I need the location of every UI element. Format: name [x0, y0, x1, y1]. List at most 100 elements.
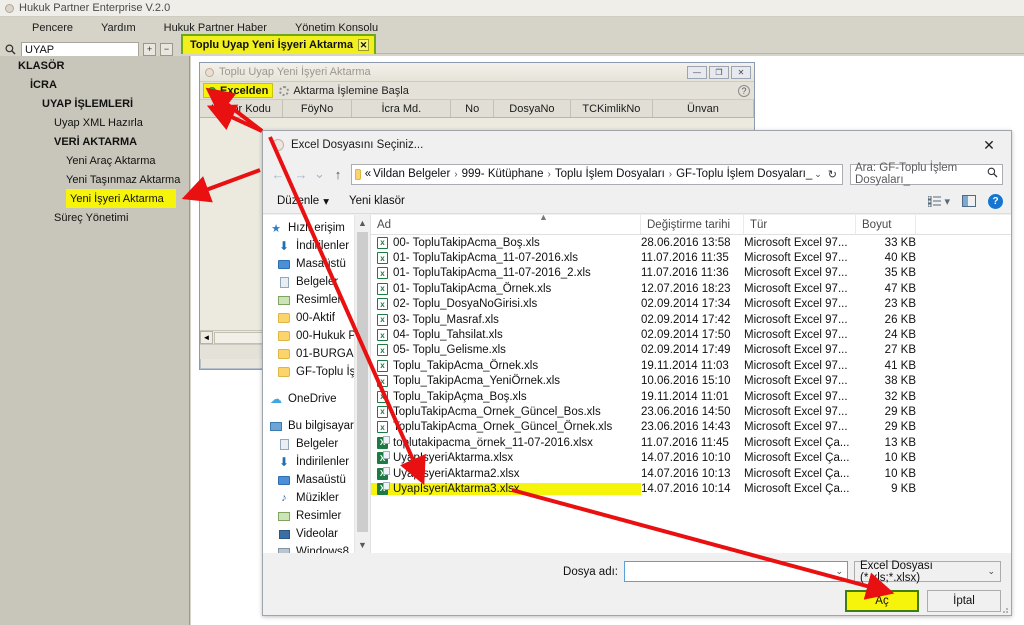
- file-name-cell[interactable]: 01- TopluTakipAcma_Örnek.xls: [371, 282, 641, 295]
- file-row[interactable]: TopluTakipAcma_Ornek_Güncel_Bos.xls 23.06…: [371, 404, 1011, 419]
- breadcrumb[interactable]: « Vildan Belgeler › 999- Kütüphane › Top…: [351, 163, 843, 185]
- grid-column-3[interactable]: No: [451, 100, 494, 117]
- file-row[interactable]: 01- TopluTakipAcma_11-07-2016.xls 11.07.2…: [371, 250, 1011, 265]
- sidebar-item-3[interactable]: Uyap XML Hazırla: [0, 113, 189, 132]
- collapse-all-button[interactable]: −: [160, 42, 173, 56]
- tab-toplu-uyap-yeni-isyeri-aktarma[interactable]: Toplu Uyap Yeni İşyeri Aktarma ✕: [181, 34, 377, 54]
- file-name-cell[interactable]: UyapIsyeriAktarma2.xlsx: [371, 466, 641, 480]
- up-one-level-icon[interactable]: ↑: [328, 163, 348, 185]
- grid-column-4[interactable]: DosyaNo: [494, 100, 571, 117]
- file-name-cell[interactable]: Toplu_TakipAcma_Örnek.xls: [371, 359, 641, 372]
- scroll-thumb[interactable]: [357, 232, 368, 532]
- restore-button[interactable]: ❐: [709, 65, 729, 79]
- file-name-cell[interactable]: 01- TopluTakipAcma_11-07-2016.xls: [371, 252, 641, 265]
- recent-locations-icon[interactable]: ⌄: [314, 163, 325, 185]
- file-name-cell[interactable]: 00- TopluTakipAcma_Boş.xls: [371, 236, 641, 249]
- sidebar-item-8[interactable]: Süreç Yönetimi: [0, 208, 189, 227]
- scroll-up-icon[interactable]: ▲: [355, 215, 370, 231]
- folder-icon: [277, 365, 291, 379]
- breadcrumb-1[interactable]: Vildan Belgeler: [373, 168, 450, 180]
- file-row[interactable]: 05- Toplu_Gelisme.xls 02.09.2014 17:49 Mic…: [371, 343, 1011, 358]
- file-name-cell[interactable]: UyapIsyeriAktarma3.xlsx: [371, 481, 641, 495]
- filetype-select[interactable]: Excel Dosyası (*.xls;*.xlsx) ⌄: [854, 560, 1001, 584]
- breadcrumb-0[interactable]: «: [365, 168, 371, 180]
- grid-column-6[interactable]: Ünvan: [653, 100, 754, 117]
- menu-item-pencere[interactable]: Pencere: [18, 20, 87, 36]
- tab-close-icon[interactable]: ✕: [358, 39, 370, 51]
- file-row[interactable]: 01- TopluTakipAcma_Örnek.xls 12.07.2016 1…: [371, 281, 1011, 296]
- file-row[interactable]: Toplu_TakipAcma_YeniÖrnek.xls 10.06.2016 …: [371, 374, 1011, 389]
- navpane-scrollbar[interactable]: ▲ ▼: [354, 215, 370, 553]
- grid-column-0[interactable]: Klasor Kodu: [200, 100, 283, 117]
- sidebar-item-4[interactable]: VERİ AKTARMA: [0, 132, 189, 151]
- refresh-icon[interactable]: ↻: [828, 168, 837, 181]
- filename-input[interactable]: ⌄: [624, 561, 848, 582]
- file-name-cell[interactable]: UyapIsyeriAktarma.xlsx: [371, 451, 641, 465]
- file-row[interactable]: toplutakipacma_örnek_11-07-2016.xlsx 11.0…: [371, 435, 1011, 450]
- sidebar-item-7[interactable]: Yeni İşyeri Aktarma: [66, 189, 176, 208]
- excelden-button[interactable]: Excelden: [203, 83, 274, 98]
- file-name-cell[interactable]: 04- Toplu_Tahsilat.xls: [371, 329, 641, 342]
- scroll-left-icon[interactable]: ◄: [200, 331, 213, 344]
- minimize-button[interactable]: —: [687, 65, 707, 79]
- file-name-cell[interactable]: toplutakipacma_örnek_11-07-2016.xlsx: [371, 435, 641, 449]
- aktarma-islemine-basla-button[interactable]: Aktarma İşlemine Başla: [279, 85, 409, 97]
- file-name-cell[interactable]: Toplu_TakipAcma_YeniÖrnek.xls: [371, 375, 641, 388]
- file-row[interactable]: 04- Toplu_Tahsilat.xls 02.09.2014 17:50 Mi…: [371, 327, 1011, 342]
- expand-all-button[interactable]: +: [143, 42, 156, 56]
- column-header-tarih[interactable]: Değiştirme tarihi: [641, 215, 744, 234]
- sidebar-item-2[interactable]: UYAP İŞLEMLERİ: [0, 94, 189, 113]
- menu-item-yardim[interactable]: Yardım: [87, 20, 150, 36]
- sidebar-item-0[interactable]: KLASÖR: [0, 56, 189, 75]
- file-row[interactable]: 00- TopluTakipAcma_Boş.xls 28.06.2016 13:…: [371, 235, 1011, 250]
- open-button[interactable]: Aç: [845, 590, 919, 612]
- file-row[interactable]: UyapIsyeriAktarma.xlsx 14.07.2016 10:10 Mi…: [371, 450, 1011, 465]
- sidebar-item-5[interactable]: Yeni Araç Aktarma: [0, 151, 189, 170]
- grid-column-2[interactable]: İcra Md.: [352, 100, 452, 117]
- file-row[interactable]: UyapIsyeriAktarma2.xlsx 14.07.2016 10:13 M…: [371, 466, 1011, 481]
- sidebar-item-6[interactable]: Yeni Taşınmaz Aktarma: [0, 170, 189, 189]
- breadcrumb-2[interactable]: 999- Kütüphane: [462, 168, 544, 180]
- music-icon: ♪: [281, 492, 287, 504]
- organize-button[interactable]: Düzenle ▾: [277, 194, 329, 208]
- file-name-cell[interactable]: 02- Toplu_DosyaNoGirisi.xls: [371, 298, 641, 311]
- breadcrumb-4[interactable]: GF-Toplu İşlem Dosyaları_: [676, 168, 812, 180]
- cancel-button[interactable]: İptal: [927, 590, 1001, 612]
- file-name-cell[interactable]: TopluTakipAcma_Ornek_Güncel_Bos.xls: [371, 405, 641, 418]
- close-button[interactable]: ✕: [731, 65, 751, 79]
- column-header-boyut[interactable]: Boyut: [856, 215, 916, 234]
- change-view-button[interactable]: ▾: [928, 195, 950, 208]
- help-icon[interactable]: ?: [738, 84, 750, 97]
- help-icon[interactable]: ?: [988, 193, 1003, 209]
- resize-grip-icon[interactable]: [999, 604, 1009, 614]
- tree-search-input[interactable]: UYAP: [21, 41, 139, 57]
- chevron-down-icon[interactable]: ⌄: [814, 169, 822, 180]
- file-row[interactable]: Toplu_TakipAcma_Örnek.xls 19.11.2014 11:0…: [371, 358, 1011, 373]
- file-row[interactable]: 01- TopluTakipAcma_11-07-2016_2.xls 11.07…: [371, 266, 1011, 281]
- file-row[interactable]: 02- Toplu_DosyaNoGirisi.xls 02.09.2014 17…: [371, 297, 1011, 312]
- column-header-ad[interactable]: Ad: [371, 215, 641, 234]
- file-name-cell[interactable]: TopluTakipAcma_Ornek_Güncel_Örnek.xls: [371, 421, 641, 434]
- grid-column-5[interactable]: TCKimlikNo: [571, 100, 653, 117]
- breadcrumb-3[interactable]: Toplu İşlem Dosyaları: [555, 168, 665, 180]
- file-name-cell[interactable]: Toplu_TakipAçma_Boş.xls: [371, 390, 641, 403]
- download-icon: ⬇: [278, 239, 290, 253]
- dialog-close-button[interactable]: ✕: [967, 132, 1011, 159]
- file-name-cell[interactable]: 03- Toplu_Masraf.xls: [371, 313, 641, 326]
- dialog-search-input[interactable]: Ara: GF-Toplu İşlem Dosyaları_: [850, 162, 1003, 186]
- new-folder-button[interactable]: Yeni klasör: [349, 195, 405, 207]
- back-icon[interactable]: ←: [268, 163, 288, 185]
- file-row-selected[interactable]: UyapIsyeriAktarma3.xlsx 14.07.2016 10:14 M…: [371, 481, 1011, 496]
- column-header-tur[interactable]: Tür: [744, 215, 856, 234]
- grid-column-1[interactable]: FöyNo: [283, 100, 353, 117]
- sidebar-item-1[interactable]: İCRA: [0, 75, 189, 94]
- scroll-down-icon[interactable]: ▼: [355, 537, 370, 553]
- file-row[interactable]: 03- Toplu_Masraf.xls 02.09.2014 17:42 Micr…: [371, 312, 1011, 327]
- file-name-cell[interactable]: 05- Toplu_Gelisme.xls: [371, 344, 641, 357]
- file-name-cell[interactable]: 01- TopluTakipAcma_11-07-2016_2.xls: [371, 267, 641, 280]
- file-row[interactable]: Toplu_TakipAçma_Boş.xls 19.11.2014 11:01 M…: [371, 389, 1011, 404]
- file-row[interactable]: TopluTakipAcma_Ornek_Güncel_Örnek.xls 23.…: [371, 420, 1011, 435]
- preview-pane-icon[interactable]: [962, 195, 976, 207]
- chevron-down-icon[interactable]: ⌄: [835, 566, 843, 577]
- forward-icon[interactable]: →: [291, 163, 311, 185]
